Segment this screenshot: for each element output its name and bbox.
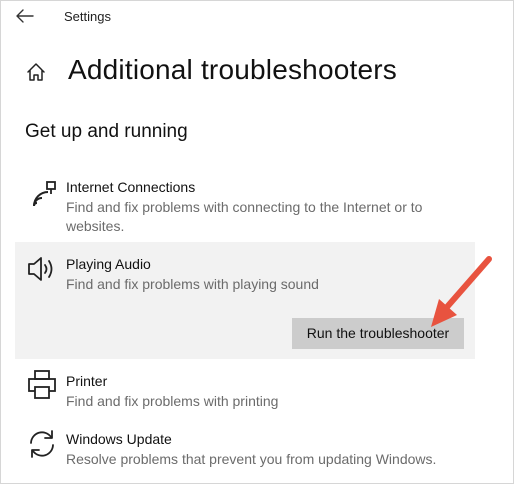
printer-icon — [25, 368, 59, 402]
troubleshooter-name: Playing Audio — [66, 256, 151, 272]
speaker-icon — [25, 252, 59, 286]
troubleshooter-printer[interactable]: Printer Find and fix problems with print… — [15, 365, 475, 417]
troubleshooter-internet-connections[interactable]: Internet Connections Find and fix proble… — [15, 171, 475, 237]
back-arrow-icon[interactable] — [14, 6, 36, 26]
home-icon[interactable] — [25, 61, 47, 83]
troubleshooter-name: Internet Connections — [66, 179, 196, 195]
troubleshooter-playing-audio[interactable]: Playing Audio Find and fix problems with… — [15, 242, 475, 359]
network-icon — [25, 177, 59, 211]
section-heading: Get up and running — [25, 121, 188, 142]
title-bar: Settings — [1, 1, 513, 33]
troubleshooter-description: Find and fix problems with printing — [66, 393, 279, 409]
troubleshooter-name: Printer — [66, 373, 108, 389]
troubleshooter-description: Resolve problems that prevent you from u… — [66, 451, 437, 467]
annotation-arrow-icon — [411, 249, 501, 335]
settings-window: Settings Additional troubleshooters Get … — [0, 0, 514, 484]
troubleshooter-windows-update[interactable]: Windows Update Resolve problems that pre… — [15, 425, 475, 477]
app-title: Settings — [64, 9, 111, 24]
sync-icon — [25, 427, 59, 461]
troubleshooter-description: Find and fix problems with connecting to… — [66, 199, 423, 234]
troubleshooter-description: Find and fix problems with playing sound — [66, 276, 319, 292]
page-title: Additional troubleshooters — [68, 54, 397, 85]
troubleshooter-name: Windows Update — [66, 431, 172, 447]
